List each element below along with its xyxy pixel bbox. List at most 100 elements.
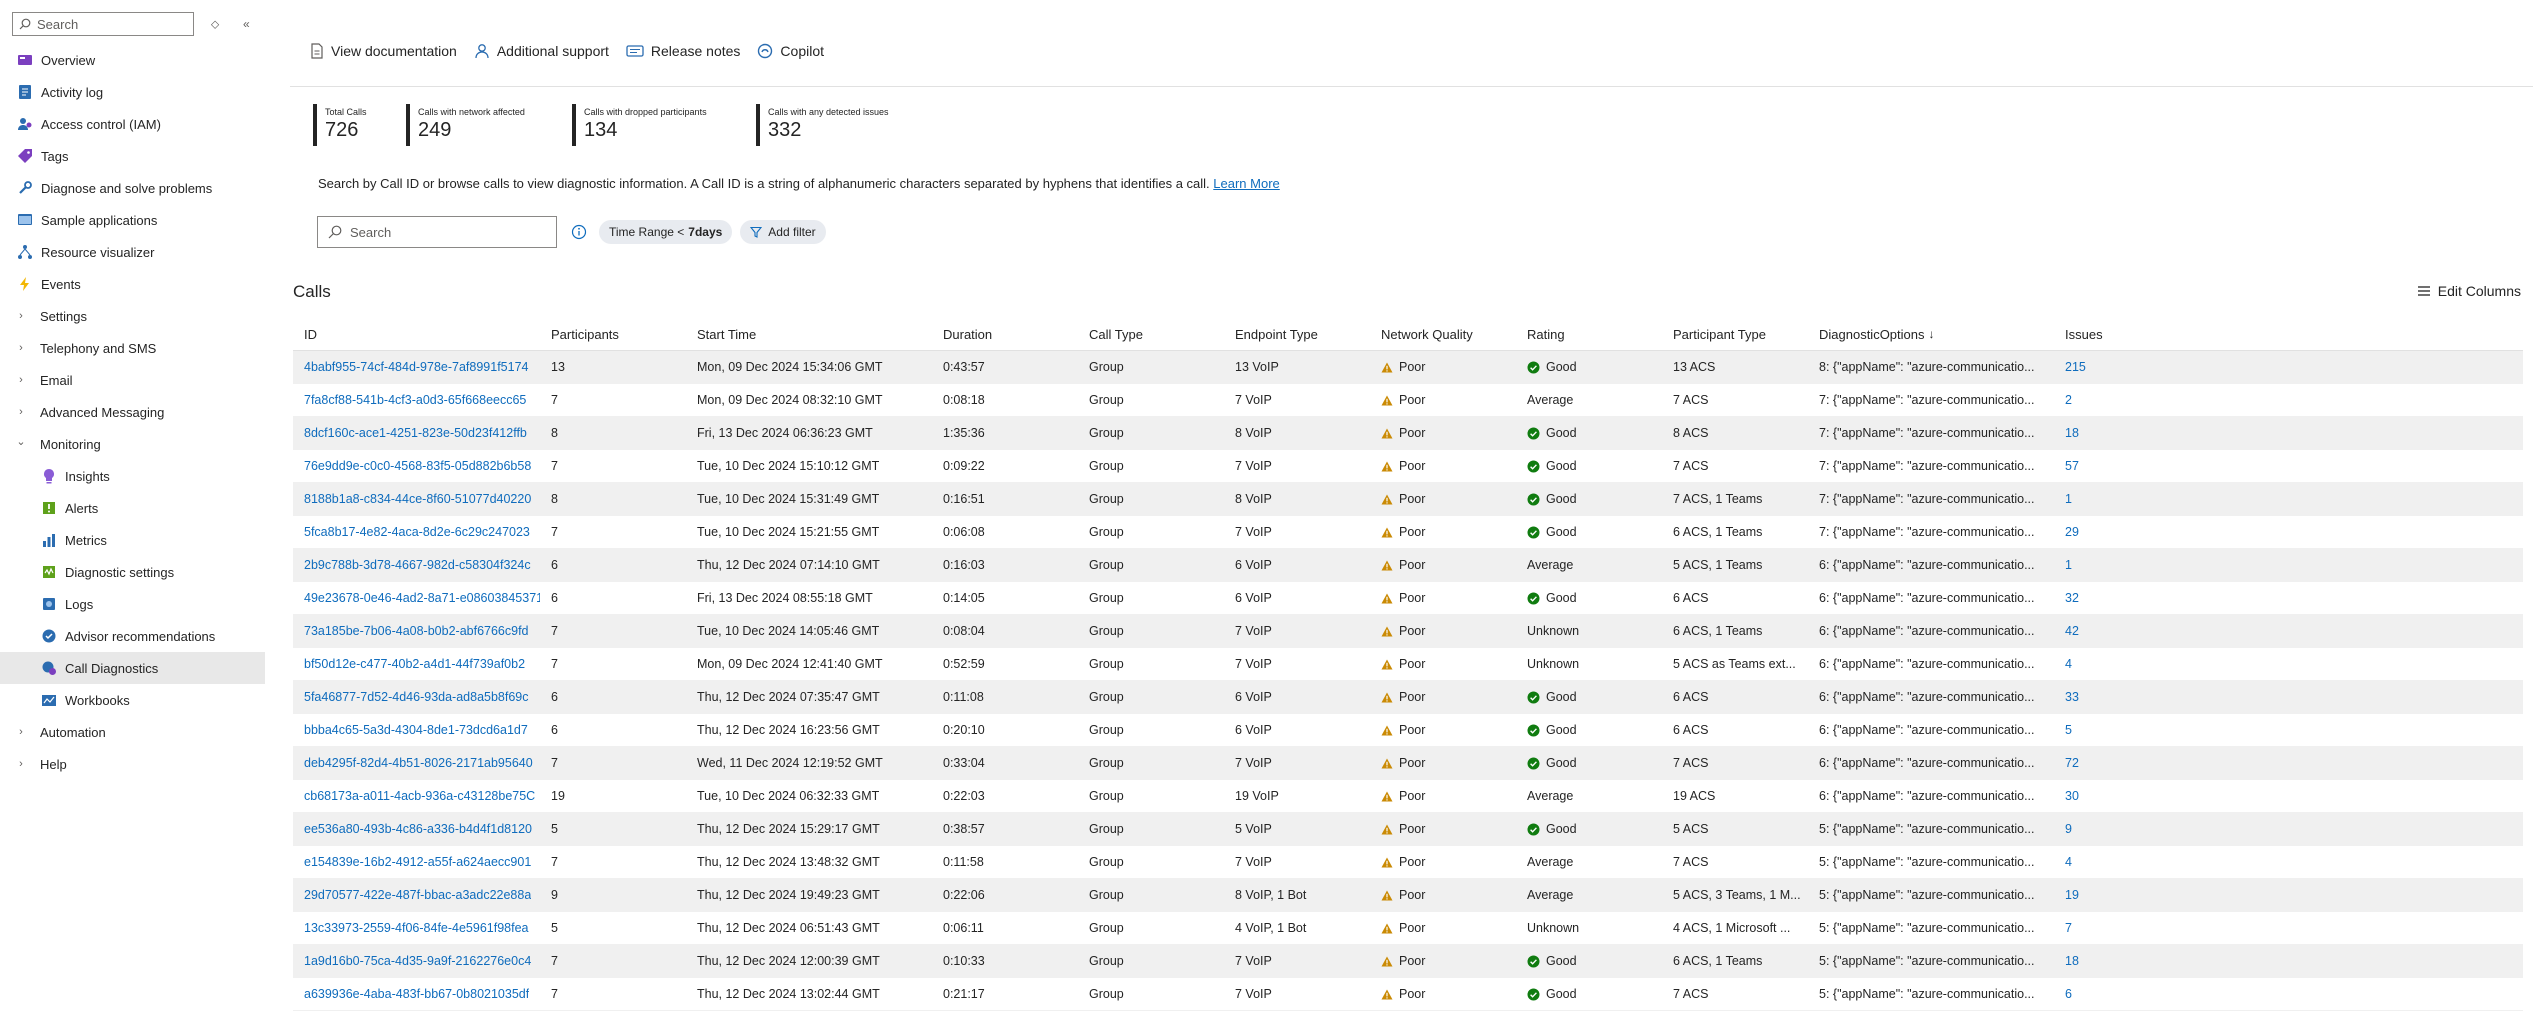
header-diagnostic-options[interactable]: DiagnosticOptions ↓ xyxy=(1808,327,2054,342)
call-id-link[interactable]: e154839e-16b2-4912-a55f-a624aecc901 xyxy=(304,855,531,869)
info-icon[interactable] xyxy=(571,224,587,240)
table-row[interactable]: 13c33973-2559-4f06-84fe-4e5961f98fea 5 Thu… xyxy=(293,912,2523,945)
table-row[interactable]: 29d70577-422e-487f-bbac-a3adc22e88a 9 Thu,… xyxy=(293,879,2523,912)
call-id-link[interactable]: bbba4c65-5a3d-4304-8de1-73dcd6a1d7 xyxy=(304,723,528,737)
cell-issues[interactable]: 2 xyxy=(2054,393,2134,407)
issues-link[interactable]: 4 xyxy=(2065,855,2072,869)
call-id-link[interactable]: 4babf955-74cf-484d-978e-7af8991f5174 xyxy=(304,360,529,374)
header-call-type[interactable]: Call Type xyxy=(1078,327,1224,342)
cell-issues[interactable]: 6 xyxy=(2054,987,2134,1001)
sidebar-item-help[interactable]: › Help xyxy=(0,748,265,780)
sidebar-item-workbooks[interactable]: Workbooks xyxy=(0,684,265,716)
cell-issues[interactable]: 18 xyxy=(2054,954,2134,968)
header-start-time[interactable]: Start Time xyxy=(686,327,932,342)
header-network-quality[interactable]: Network Quality xyxy=(1370,327,1516,342)
issues-link[interactable]: 42 xyxy=(2065,624,2079,638)
table-row[interactable]: bbba4c65-5a3d-4304-8de1-73dcd6a1d7 6 Thu, … xyxy=(293,714,2523,747)
sidebar-item-overview[interactable]: Overview xyxy=(0,44,265,76)
cell-issues[interactable]: 19 xyxy=(2054,888,2134,902)
copilot-button[interactable]: Copilot xyxy=(757,43,824,59)
add-filter-button[interactable]: Add filter xyxy=(740,220,826,244)
cell-issues[interactable]: 5 xyxy=(2054,723,2134,737)
sidebar-item-advisor-recommendations[interactable]: Advisor recommendations xyxy=(0,620,265,652)
table-row[interactable]: 76e9dd9e-c0c0-4568-83f5-05d882b6b58 7 Tue,… xyxy=(293,450,2523,483)
cell-id[interactable]: e154839e-16b2-4912-a55f-a624aecc901 xyxy=(293,855,540,869)
table-row[interactable]: a639936e-4aba-483f-bb67-0b8021035df 7 Thu,… xyxy=(293,978,2523,1011)
learn-more-link[interactable]: Learn More xyxy=(1213,176,1279,191)
header-participant-type[interactable]: Participant Type xyxy=(1662,327,1808,342)
cell-issues[interactable]: 9 xyxy=(2054,822,2134,836)
sidebar-item-advanced-messaging[interactable]: › Advanced Messaging xyxy=(0,396,265,428)
cell-id[interactable]: 8dcf160c-ace1-4251-823e-50d23f412ffb xyxy=(293,426,540,440)
table-row[interactable]: bf50d12e-c477-40b2-a4d1-44f739af0b2 7 Mon,… xyxy=(293,648,2523,681)
cell-id[interactable]: 4babf955-74cf-484d-978e-7af8991f5174 xyxy=(293,360,540,374)
cell-issues[interactable]: 29 xyxy=(2054,525,2134,539)
cell-issues[interactable]: 215 xyxy=(2054,360,2134,374)
table-row[interactable]: 7fa8cf88-541b-4cf3-a0d3-65f668eecc65 7 Mon… xyxy=(293,384,2523,417)
sidebar-item-activity-log[interactable]: Activity log xyxy=(0,76,265,108)
call-id-link[interactable]: bf50d12e-c477-40b2-a4d1-44f739af0b2 xyxy=(304,657,525,671)
header-issues[interactable]: Issues xyxy=(2054,327,2134,342)
sidebar-item-automation[interactable]: › Automation xyxy=(0,716,265,748)
issues-link[interactable]: 6 xyxy=(2065,987,2072,1001)
cell-issues[interactable]: 32 xyxy=(2054,591,2134,605)
cell-id[interactable]: 8188b1a8-c834-44ce-8f60-51077d40220 xyxy=(293,492,540,506)
table-row[interactable]: deb4295f-82d4-4b51-8026-2171ab95640 7 Wed,… xyxy=(293,747,2523,780)
sidebar-item-monitoring[interactable]: ⌄ Monitoring xyxy=(0,428,265,460)
cell-issues[interactable]: 42 xyxy=(2054,624,2134,638)
collapse-sidebar-icon[interactable]: « xyxy=(236,13,257,35)
call-id-link[interactable]: 5fca8b17-4e82-4aca-8d2e-6c29c247023 xyxy=(304,525,530,539)
table-row[interactable]: cb68173a-a011-4acb-936a-c43128be75C 19 Tue… xyxy=(293,780,2523,813)
sidebar-item-sample-applications[interactable]: Sample applications xyxy=(0,204,265,236)
call-id-link[interactable]: 1a9d16b0-75ca-4d35-9a9f-2162276e0c4 xyxy=(304,954,531,968)
table-row[interactable]: 49e23678-0e46-4ad2-8a71-e08603845371 6 Fri… xyxy=(293,582,2523,615)
expand-collapse-icon[interactable]: ⬦ xyxy=(204,13,225,35)
cell-id[interactable]: 76e9dd9e-c0c0-4568-83f5-05d882b6b58 xyxy=(293,459,540,473)
call-id-link[interactable]: a639936e-4aba-483f-bb67-0b8021035df xyxy=(304,987,529,1001)
issues-link[interactable]: 1 xyxy=(2065,492,2072,506)
release-notes-button[interactable]: Release notes xyxy=(626,43,740,59)
table-row[interactable]: 8188b1a8-c834-44ce-8f60-51077d40220 8 Tue,… xyxy=(293,483,2523,516)
issues-link[interactable]: 4 xyxy=(2065,657,2072,671)
cell-issues[interactable]: 7 xyxy=(2054,921,2134,935)
call-id-link[interactable]: ee536a80-493b-4c86-a336-b4d4f1d8120 xyxy=(304,822,532,836)
cell-issues[interactable]: 72 xyxy=(2054,756,2134,770)
table-row[interactable]: e154839e-16b2-4912-a55f-a624aecc901 7 Thu,… xyxy=(293,846,2523,879)
issues-link[interactable]: 5 xyxy=(2065,723,2072,737)
sidebar-item-tags[interactable]: Tags xyxy=(0,140,265,172)
issues-link[interactable]: 215 xyxy=(2065,360,2086,374)
call-id-link[interactable]: 73a185be-7b06-4a08-b0b2-abf6766c9fd xyxy=(304,624,529,638)
sidebar-search-input[interactable]: Search xyxy=(12,12,195,36)
header-rating[interactable]: Rating xyxy=(1516,327,1662,342)
sidebar-item-events[interactable]: Events xyxy=(0,268,265,300)
call-id-link[interactable]: 29d70577-422e-487f-bbac-a3adc22e88a xyxy=(304,888,531,902)
sidebar-item-resource-visualizer[interactable]: Resource visualizer xyxy=(0,236,265,268)
cell-id[interactable]: 1a9d16b0-75ca-4d35-9a9f-2162276e0c4 xyxy=(293,954,540,968)
issues-link[interactable]: 18 xyxy=(2065,426,2079,440)
cell-id[interactable]: 5fa46877-7d52-4d46-93da-ad8a5b8f69c xyxy=(293,690,540,704)
call-id-link[interactable]: deb4295f-82d4-4b51-8026-2171ab95640 xyxy=(304,756,533,770)
sidebar-item-settings[interactable]: › Settings xyxy=(0,300,265,332)
view-documentation-button[interactable]: View documentation xyxy=(310,43,457,59)
cell-id[interactable]: 49e23678-0e46-4ad2-8a71-e08603845371 xyxy=(293,591,540,605)
table-row[interactable]: 4babf955-74cf-484d-978e-7af8991f5174 13 Mo… xyxy=(293,351,2523,384)
sidebar-item-metrics[interactable]: Metrics xyxy=(0,524,265,556)
issues-link[interactable]: 29 xyxy=(2065,525,2079,539)
cell-id[interactable]: bbba4c65-5a3d-4304-8de1-73dcd6a1d7 xyxy=(293,723,540,737)
sidebar-item-logs[interactable]: Logs xyxy=(0,588,265,620)
table-row[interactable]: 8dcf160c-ace1-4251-823e-50d23f412ffb 8 Fri… xyxy=(293,417,2523,450)
cell-id[interactable]: ee536a80-493b-4c86-a336-b4d4f1d8120 xyxy=(293,822,540,836)
issues-link[interactable]: 7 xyxy=(2065,921,2072,935)
issues-link[interactable]: 30 xyxy=(2065,789,2079,803)
time-range-filter[interactable]: Time Range <7days xyxy=(599,220,733,244)
issues-link[interactable]: 9 xyxy=(2065,822,2072,836)
call-id-link[interactable]: 49e23678-0e46-4ad2-8a71-e08603845371 xyxy=(304,591,540,605)
issues-link[interactable]: 1 xyxy=(2065,558,2072,572)
issues-link[interactable]: 32 xyxy=(2065,591,2079,605)
sidebar-item-access-control-iam[interactable]: Access control (IAM) xyxy=(0,108,265,140)
edit-columns-button[interactable]: Edit Columns xyxy=(2417,283,2521,299)
cell-issues[interactable]: 30 xyxy=(2054,789,2134,803)
cell-issues[interactable]: 57 xyxy=(2054,459,2134,473)
cell-issues[interactable]: 1 xyxy=(2054,492,2134,506)
table-row[interactable]: 5fa46877-7d52-4d46-93da-ad8a5b8f69c 6 Thu,… xyxy=(293,681,2523,714)
